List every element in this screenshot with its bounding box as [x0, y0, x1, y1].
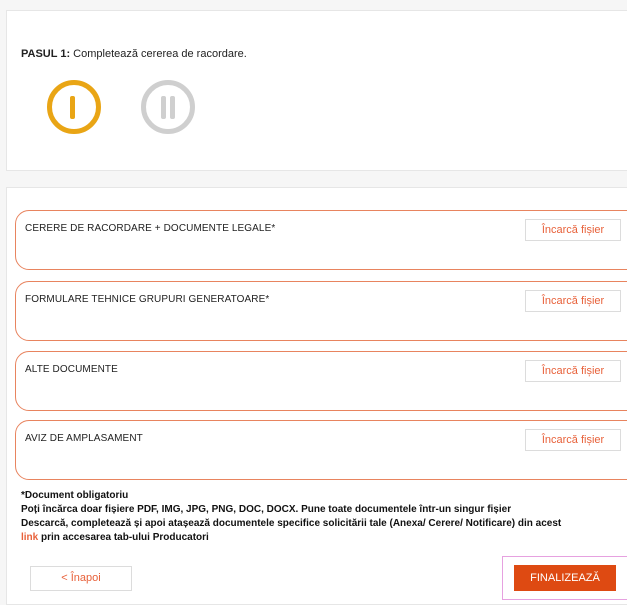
link-line: link prin accesarea tab-ului Producatori	[21, 531, 561, 545]
upload-label: AVIZ DE AMPLASAMENT	[25, 433, 143, 444]
step-indicator: PASUL 1: Completează cererea de racordar…	[21, 48, 247, 60]
upload-label: CERERE DE RACORDARE + DOCUMENTE LEGALE*	[25, 223, 276, 234]
upload-file-button[interactable]: Încarcă fișier	[525, 290, 621, 312]
upload-row-cerere: CERERE DE RACORDARE + DOCUMENTE LEGALE* …	[15, 210, 627, 270]
step-label: PASUL 1:	[21, 48, 71, 60]
back-button[interactable]: < Înapoi	[30, 566, 132, 591]
finalize-button[interactable]: FINALIZEAZĂ	[514, 565, 616, 591]
formats-note: Poți încărca doar fișiere PDF, IMG, JPG,…	[21, 504, 512, 515]
upload-file-button[interactable]: Încarcă fișier	[525, 360, 621, 382]
producatori-link[interactable]: link	[21, 532, 38, 543]
upload-row-alte: ALTE DOCUMENTE Încarcă fișier	[15, 351, 627, 411]
upload-row-aviz: AVIZ DE AMPLASAMENT Încarcă fișier	[15, 420, 627, 480]
upload-label: FORMULARE TEHNICE GRUPURI GENERATOARE*	[25, 294, 270, 305]
link-suffix: prin accesarea tab-ului Producatori	[38, 532, 209, 543]
step-panel: PASUL 1: Completează cererea de racordar…	[6, 10, 627, 171]
upload-file-button[interactable]: Încarcă fișier	[525, 429, 621, 451]
step-1-icon	[47, 80, 101, 134]
documents-panel: CERERE DE RACORDARE + DOCUMENTE LEGALE* …	[6, 187, 627, 605]
step-2-icon	[141, 80, 195, 134]
required-note: *Document obligatoriu	[21, 490, 129, 501]
upload-file-button[interactable]: Încarcă fișier	[525, 219, 621, 241]
upload-label: ALTE DOCUMENTE	[25, 364, 118, 375]
upload-notes: *Document obligatoriu Poți încărca doar …	[21, 489, 561, 545]
step-description: Completează cererea de racordare.	[73, 48, 247, 60]
download-note: Descarcă, completează și apoi atașează d…	[21, 518, 562, 529]
upload-row-formulare: FORMULARE TEHNICE GRUPURI GENERATOARE* Î…	[15, 281, 627, 341]
